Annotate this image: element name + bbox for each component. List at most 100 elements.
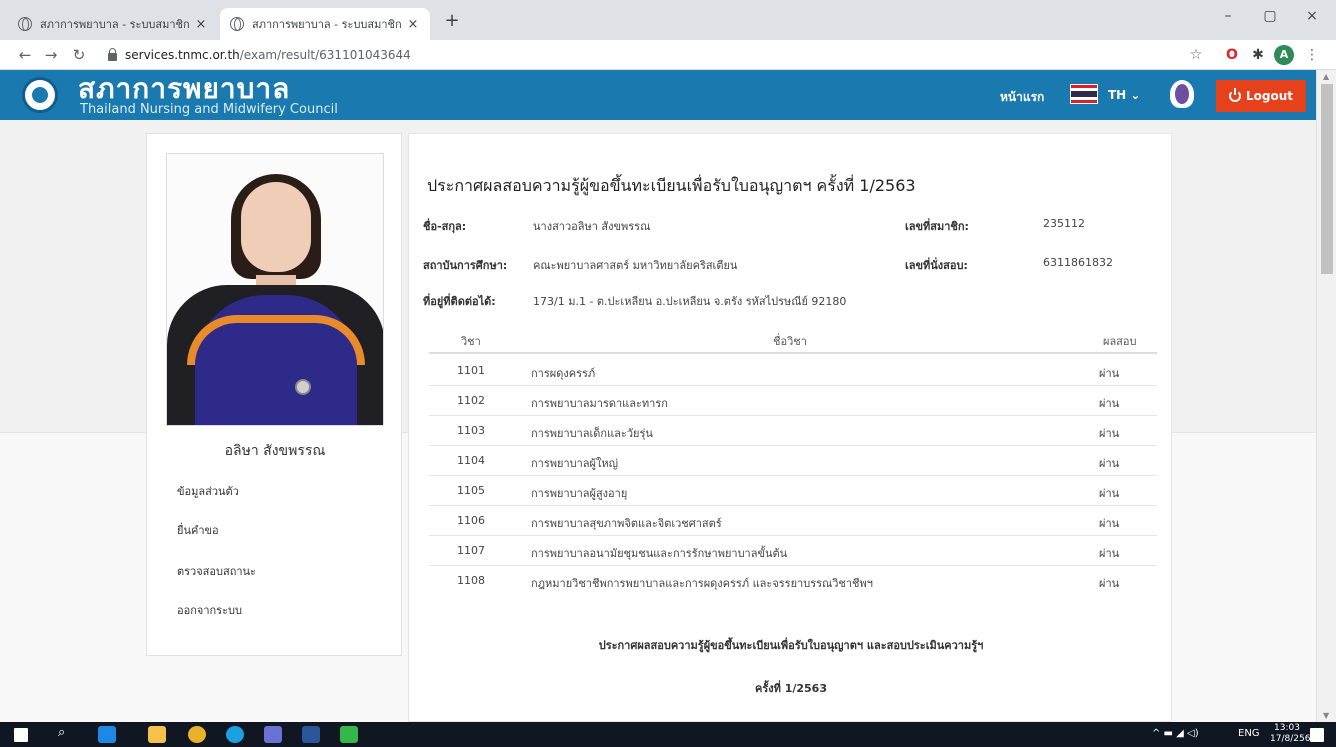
profile-name: อลิษา สังขพรรณ <box>224 443 326 459</box>
globe-icon <box>18 17 32 31</box>
subject-result: ผ่าน <box>1099 427 1120 440</box>
lock-icon <box>108 48 117 61</box>
menu-check-status[interactable]: ตรวจสอบสถานะ <box>177 562 256 580</box>
edge-icon[interactable] <box>226 726 244 743</box>
taskbar-clock[interactable]: 13:03 17/8/2563 <box>1270 723 1316 745</box>
subject-code: 1102 <box>457 394 485 407</box>
subject-code: 1108 <box>457 574 485 587</box>
forward-icon[interactable]: → <box>40 44 62 66</box>
subject-name: การพยาบาลเด็กและวัยรุ่น <box>531 427 653 440</box>
system-tray-icons[interactable]: ^ ▬ ◢ ◁) <box>1152 728 1199 739</box>
subject-name: การพยาบาลผู้ใหญ่ <box>531 457 618 470</box>
subject-result: ผ่าน <box>1099 517 1120 530</box>
address-value: 173/1 ม.1 - ต.ปะเหลียน อ.ปะเหลียน จ.ตรัง… <box>533 295 847 308</box>
subject-name: การพยาบาลสุขภาพจิตและจิตเวชศาสตร์ <box>531 517 722 530</box>
subject-code: 1106 <box>457 514 485 527</box>
announcement-heading: ประกาศผลสอบความรู้ผู้ขอขึ้นทะเบียนเพื่อร… <box>598 639 984 652</box>
table-row: 1104 การพยาบาลผู้ใหญ่ ผ่าน <box>429 446 1157 476</box>
input-language[interactable]: ENG <box>1238 728 1260 739</box>
tab-title: สภาการพยาบาล - ระบบสมาชิก <box>40 18 190 31</box>
subject-name: การพยาบาลอนามัยชุมชนและการรักษาพยาบาลขั้… <box>531 547 788 560</box>
search-icon[interactable]: ⌕ <box>58 725 65 740</box>
teams-icon[interactable] <box>264 726 282 743</box>
minimize-button[interactable]: – <box>1208 8 1248 24</box>
thai-flag-icon[interactable] <box>1070 84 1098 104</box>
line-icon[interactable] <box>340 726 358 743</box>
subject-code: 1103 <box>457 424 485 437</box>
col-header-result: ผลสอบ <box>1103 335 1137 348</box>
url-field[interactable]: services.tnmc.or.th/exam/result/63110104… <box>108 44 411 66</box>
close-tab-icon[interactable]: × <box>194 17 208 32</box>
profile-card: อลิษา สังขพรรณ ข้อมูลส่วนตัว ยื่นคำขอ ตร… <box>146 133 402 656</box>
menu-logout[interactable]: ออกจากระบบ <box>177 601 242 619</box>
clock-time: 13:03 <box>1274 723 1300 733</box>
language-selector[interactable]: TH ⌄ <box>1108 88 1140 102</box>
menu-personal-info[interactable]: ข้อมูลส่วนตัว <box>177 482 239 500</box>
logout-label: Logout <box>1245 89 1293 103</box>
file-explorer-icon[interactable] <box>148 726 166 743</box>
table-row: 1101 การผดุงครรภ์ ผ่าน <box>429 356 1157 386</box>
profile-avatar[interactable]: A <box>1274 45 1294 65</box>
bookmark-star-icon[interactable]: ☆ <box>1186 45 1206 65</box>
menu-submit-request[interactable]: ยื่นคำขอ <box>177 521 219 539</box>
name-label: ชื่อ-สกุล: <box>423 220 467 233</box>
subject-result: ผ่าน <box>1099 547 1120 560</box>
institute-label: สถาบันการศึกษา: <box>423 259 508 272</box>
result-title: ประกาศผลสอบความรู้ผู้ขอขึ้นทะเบียนเพื่อร… <box>427 176 916 195</box>
url-host: services.tnmc.or.th <box>125 48 240 62</box>
scroll-down-icon[interactable]: ▼ <box>1323 711 1329 720</box>
tab-title: สภาการพยาบาล - ระบบสมาชิก <box>252 18 402 31</box>
kebab-menu-icon[interactable]: ⋮ <box>1302 45 1322 65</box>
user-avatar[interactable] <box>1170 80 1194 108</box>
member-number-label: เลขที่สมาชิก: <box>905 220 969 233</box>
announcement-round: ครั้งที่ 1/2563 <box>754 682 827 695</box>
scroll-thumb[interactable] <box>1321 84 1333 274</box>
nav-home-link[interactable]: หน้าแรก <box>1000 88 1044 107</box>
brand-title: สภาการพยาบาล <box>78 72 291 105</box>
exam-result-card: ประกาศผลสอบความรู้ผู้ขอขึ้นทะเบียนเพื่อร… <box>408 133 1172 722</box>
subject-name: การผดุงครรภ์ <box>531 367 596 380</box>
page-scrollbar[interactable]: ▲ ▼ <box>1316 70 1336 722</box>
restore-button[interactable]: ▢ <box>1250 8 1290 24</box>
table-row: 1102 การพยาบาลมารดาและทารก ผ่าน <box>429 386 1157 416</box>
subject-result: ผ่าน <box>1099 397 1120 410</box>
new-tab-button[interactable]: + <box>440 10 464 34</box>
scroll-up-icon[interactable]: ▲ <box>1323 72 1329 81</box>
address-bar: ← → ↻ services.tnmc.or.th/exam/result/63… <box>0 40 1336 70</box>
brand-subtitle: Thailand Nursing and Midwifery Council <box>80 102 338 117</box>
col-header-code: วิชา <box>461 335 481 348</box>
logout-button[interactable]: Logout <box>1216 80 1306 112</box>
notification-icon[interactable] <box>1310 728 1324 742</box>
power-icon <box>1228 88 1241 102</box>
windows-start-icon[interactable] <box>14 728 28 742</box>
globe-icon <box>230 17 244 31</box>
browser-tab-bar: สภาการพยาบาล - ระบบสมาชิก × สภาการพยาบาล… <box>0 0 1336 40</box>
close-tab-icon[interactable]: × <box>406 17 420 32</box>
seat-number-label: เลขที่นั่งสอบ: <box>905 259 968 272</box>
opera-extension-icon[interactable]: O <box>1222 45 1242 65</box>
window-close-button[interactable]: × <box>1292 8 1332 24</box>
browser-tab[interactable]: สภาการพยาบาล - ระบบสมาชิก × <box>8 8 218 40</box>
mail-icon[interactable] <box>98 726 116 743</box>
word-icon[interactable] <box>302 726 320 743</box>
address-label: ที่อยู่ที่ติดต่อได้: <box>423 295 496 308</box>
subject-code: 1105 <box>457 484 485 497</box>
subject-code: 1101 <box>457 364 485 377</box>
table-row: 1106 การพยาบาลสุขภาพจิตและจิตเวชศาสตร์ ผ… <box>429 506 1157 536</box>
subject-result: ผ่าน <box>1099 577 1120 590</box>
profile-photo <box>166 153 384 426</box>
council-emblem-icon[interactable] <box>22 77 58 113</box>
subject-code: 1107 <box>457 544 485 557</box>
url-path: /exam/result/631101043644 <box>239 48 411 62</box>
subject-name: การพยาบาลผู้สูงอายุ <box>531 487 628 500</box>
browser-tab-active[interactable]: สภาการพยาบาล - ระบบสมาชิก × <box>220 8 430 40</box>
extensions-puzzle-icon[interactable]: ✱ <box>1248 45 1268 65</box>
col-header-subject: ชื่อวิชา <box>773 335 807 348</box>
table-row: 1107 การพยาบาลอนามัยชุมชนและการรักษาพยาบ… <box>429 536 1157 566</box>
reload-icon[interactable]: ↻ <box>68 44 90 66</box>
subject-result: ผ่าน <box>1099 457 1120 470</box>
member-number-value: 235112 <box>1043 217 1085 230</box>
seat-number-value: 6311861832 <box>1043 256 1113 269</box>
chrome-icon[interactable] <box>188 726 206 743</box>
back-icon[interactable]: ← <box>14 44 36 66</box>
